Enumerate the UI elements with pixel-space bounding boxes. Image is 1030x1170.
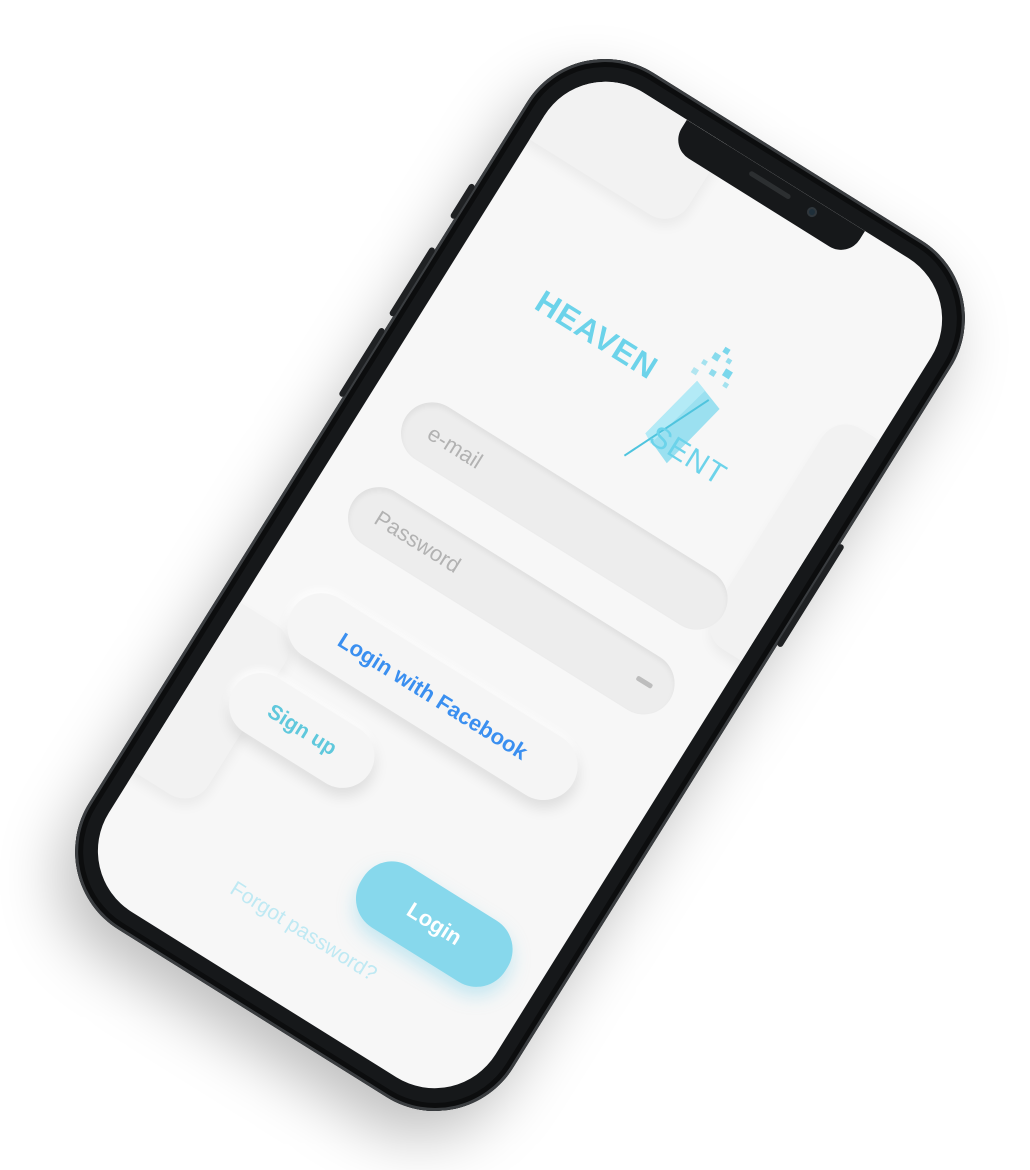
phone-frame: HEAVEN SENT Login with Facebook Sign up … [40,24,1000,1146]
logo-word-heaven: HEAVEN [529,283,665,387]
mute-switch [449,182,476,220]
front-camera [805,205,819,219]
mockup-stage: HEAVEN SENT Login with Facebook Sign up … [0,0,1030,1170]
phone-screen: HEAVEN SENT Login with Facebook Sign up … [70,54,970,1116]
notch [669,119,865,259]
speaker-grille [748,170,792,200]
